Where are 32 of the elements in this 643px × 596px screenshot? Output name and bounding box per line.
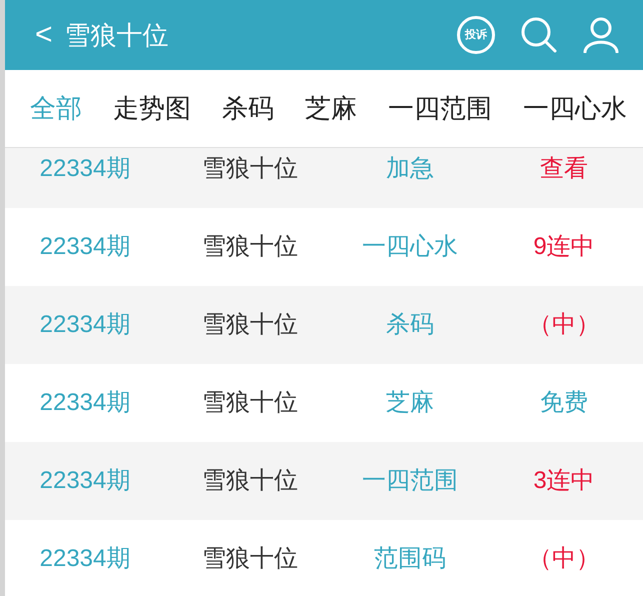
user-icon[interactable]	[583, 17, 619, 53]
result-cell-text: 9连中	[533, 232, 595, 262]
period-cell-text: 22334期	[40, 232, 130, 262]
type-cell-text: 一四心水	[362, 232, 458, 262]
page-title: 雪狼十位	[64, 18, 169, 52]
name-cell-text: 雪狼十位	[202, 388, 298, 418]
result-cell-text: （中）	[528, 544, 600, 574]
name-cell-text: 雪狼十位	[202, 466, 298, 496]
result-cell-text: 查看	[540, 154, 588, 184]
tab[interactable]: 走势图	[113, 89, 191, 128]
result-cell-text: 3连中	[533, 466, 595, 496]
type-cell-text: 加急	[386, 154, 434, 184]
name-cell-text: 雪狼十位	[202, 544, 298, 574]
tab[interactable]: 一四心水	[523, 89, 627, 128]
search-icon[interactable]	[521, 17, 557, 53]
tab[interactable]: 芝麻	[305, 89, 357, 128]
name-cell-text: 雪狼十位	[202, 154, 298, 184]
tab[interactable]: 一四范围	[388, 89, 492, 128]
name-cell-text: 雪狼十位	[202, 310, 298, 340]
type-cell-text: 一四范围	[362, 466, 458, 496]
result-cell-text: （中）	[528, 310, 600, 340]
period-cell-text: 22334期	[40, 154, 130, 184]
period-cell-text: 22334期	[40, 310, 130, 340]
period-cell-text: 22334期	[40, 466, 130, 496]
period-cell-text: 22334期	[40, 544, 130, 574]
name-cell-text: 雪狼十位	[202, 232, 298, 262]
type-cell-text: 杀码	[386, 310, 434, 340]
period-cell-text: 22334期	[40, 388, 130, 418]
type-cell-text: 范围码	[374, 544, 446, 574]
result-cell-text: 免费	[540, 388, 588, 418]
tab[interactable]: 杀码	[222, 89, 274, 128]
type-cell-text: 芝麻	[386, 388, 434, 418]
